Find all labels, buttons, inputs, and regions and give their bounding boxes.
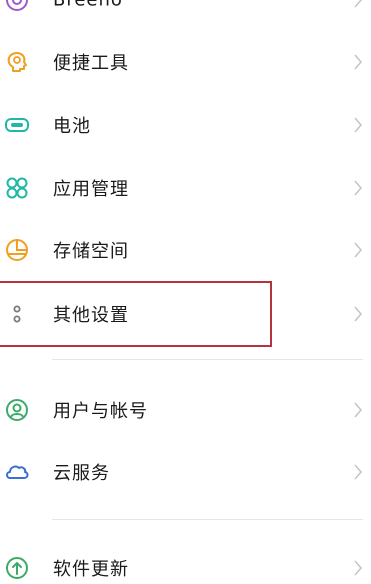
settings-item-label: 应用管理 (53, 179, 129, 200)
settings-item-label: 软件更新 (53, 559, 129, 580)
highlight-box (0, 281, 272, 347)
chevron-right-icon (353, 402, 363, 418)
settings-item-convenient-tools[interactable]: 便捷工具 (0, 34, 371, 90)
chevron-right-icon (353, 117, 363, 133)
chevron-right-icon (353, 180, 363, 196)
settings-item-software-update[interactable]: 软件更新 (0, 540, 371, 584)
battery-icon (4, 112, 30, 138)
settings-item-storage[interactable]: 存储空间 (0, 222, 371, 278)
software-update-icon (4, 555, 30, 581)
settings-item-label: Breeno (53, 0, 123, 11)
settings-item-label: 云服务 (53, 463, 110, 484)
cloud-service-icon (4, 459, 30, 485)
divider (52, 519, 363, 520)
chevron-right-icon (353, 306, 363, 322)
settings-item-breeno[interactable]: Breeno (0, 0, 371, 28)
chevron-right-icon (353, 242, 363, 258)
breeno-icon (4, 0, 30, 13)
divider (52, 359, 363, 360)
settings-screen: Breeno 便捷工具 电池 应用管理 存储空间 其他设置 用户与帐号 云服务 … (0, 0, 371, 584)
convenient-tools-icon (4, 49, 30, 75)
chevron-right-icon (353, 0, 363, 8)
chevron-right-icon (353, 464, 363, 480)
chevron-right-icon (353, 54, 363, 70)
settings-item-label: 存储空间 (53, 241, 129, 262)
settings-item-label: 便捷工具 (53, 53, 129, 74)
settings-item-battery[interactable]: 电池 (0, 97, 371, 153)
storage-icon (4, 237, 30, 263)
users-accounts-icon (4, 397, 30, 423)
settings-item-cloud-service[interactable]: 云服务 (0, 444, 371, 500)
settings-item-users-accounts[interactable]: 用户与帐号 (0, 382, 371, 438)
settings-item-label: 用户与帐号 (53, 401, 148, 422)
app-management-icon (4, 175, 30, 201)
settings-item-label: 电池 (53, 116, 91, 137)
settings-item-app-management[interactable]: 应用管理 (0, 160, 371, 216)
chevron-right-icon (353, 560, 363, 576)
